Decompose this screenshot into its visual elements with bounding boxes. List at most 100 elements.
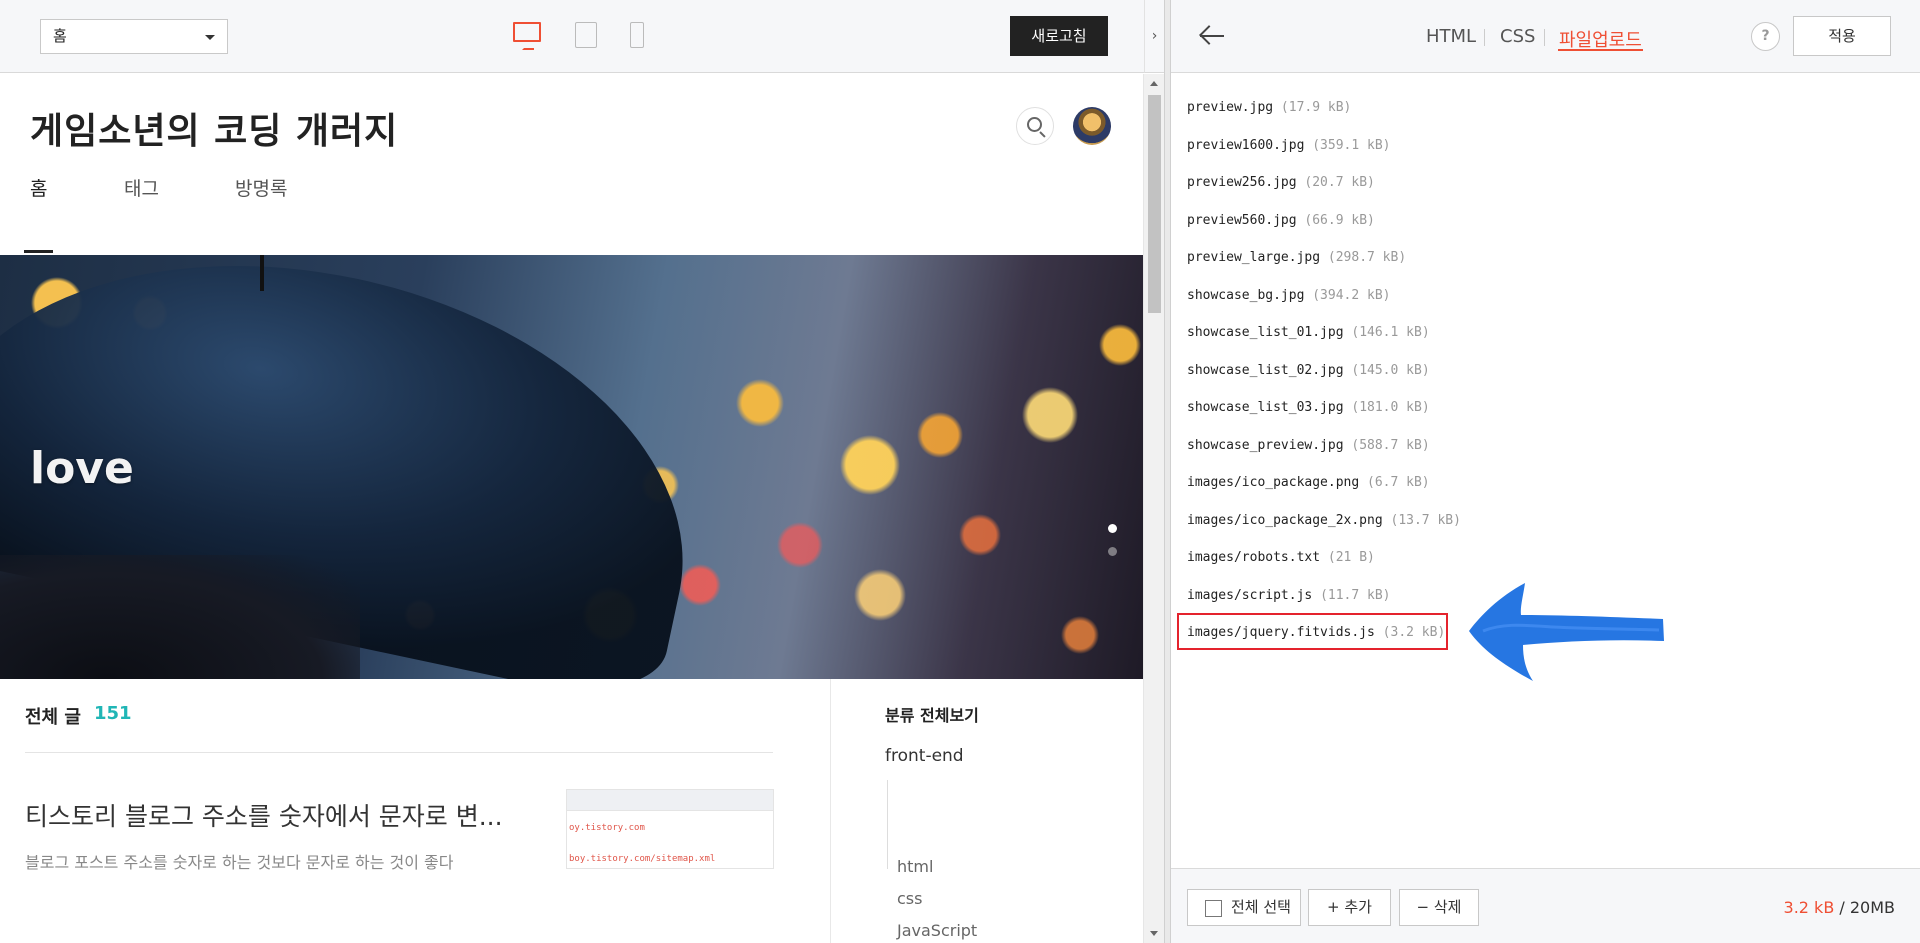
- search-icon[interactable]: [1016, 107, 1054, 145]
- storage-usage: 3.2 kB / 20MB: [1784, 898, 1895, 917]
- blog-nav: 홈 태그 방명록: [0, 159, 1143, 207]
- editor-pane: HTML CSS 파일업로드 ? 적용 preview.jpg (17.9 kB…: [1171, 0, 1920, 943]
- nav-item-home[interactable]: 홈: [30, 174, 47, 201]
- checkbox[interactable]: [1205, 900, 1222, 917]
- category-title[interactable]: 분류 전체보기: [885, 702, 979, 726]
- nav-item-guestbook[interactable]: 방명록: [235, 174, 287, 201]
- refresh-button[interactable]: 새로고침: [1010, 16, 1108, 56]
- tab-separator: [1484, 29, 1485, 46]
- hero-banner[interactable]: love: [0, 255, 1143, 679]
- tab-separator: [1544, 29, 1545, 46]
- mobile-view-icon[interactable]: [630, 22, 644, 48]
- tab-css[interactable]: CSS: [1500, 26, 1535, 47]
- pane-splitter[interactable]: [1164, 0, 1171, 943]
- file-size: (6.7 kB): [1367, 475, 1430, 490]
- file-list-item[interactable]: images/ico_package.png (6.7 kB): [1187, 475, 1430, 490]
- add-file-button[interactable]: + 추가: [1308, 889, 1391, 926]
- file-name: images/robots.txt: [1187, 550, 1321, 565]
- file-list-item[interactable]: showcase_list_02.jpg (145.0 kB): [1187, 363, 1430, 378]
- avatar[interactable]: [1073, 107, 1111, 145]
- file-size: (21 B): [1327, 550, 1375, 565]
- file-size: (181.0 kB): [1351, 400, 1430, 415]
- apply-button[interactable]: 적용: [1793, 16, 1891, 56]
- collapse-toggle-icon[interactable]: ›: [1144, 0, 1164, 73]
- back-arrow-icon[interactable]: [1198, 21, 1228, 51]
- category-item-front-end[interactable]: front-end: [885, 746, 964, 766]
- slider-dot[interactable]: [1108, 547, 1117, 556]
- file-name: preview1600.jpg: [1187, 137, 1305, 153]
- scroll-up-icon[interactable]: [1150, 81, 1158, 86]
- file-list-item[interactable]: preview256.jpg (20.7 kB): [1187, 175, 1375, 190]
- tab-active-indicator: [1558, 49, 1643, 51]
- scrollbar-thumb[interactable]: [1148, 95, 1161, 313]
- select-all-button[interactable]: 전체 선택: [1187, 889, 1301, 926]
- file-list-item[interactable]: images/robots.txt (21 B): [1187, 550, 1375, 565]
- file-list-item[interactable]: images/script.js (11.7 kB): [1187, 588, 1391, 603]
- divider: [25, 752, 773, 753]
- hero-shadow: [0, 555, 360, 679]
- file-list-item[interactable]: preview1600.jpg (359.1 kB): [1187, 138, 1391, 153]
- thumbnail-text: boy.tistory.com/sitemap.xml: [569, 854, 716, 864]
- file-actions-bar: 전체 선택 + 추가 − 삭제 3.2 kB / 20MB: [1171, 868, 1920, 943]
- category-item-html[interactable]: html: [897, 857, 933, 876]
- storage-separator: /: [1834, 898, 1850, 917]
- preview-toolbar: 홈 새로고침: [0, 0, 1144, 73]
- delete-file-button[interactable]: − 삭제: [1399, 889, 1479, 926]
- category-item-javascript[interactable]: JavaScript: [897, 921, 977, 940]
- storage-total: 20MB: [1849, 898, 1895, 917]
- tab-html[interactable]: HTML: [1426, 26, 1476, 47]
- nav-active-indicator: [24, 250, 53, 253]
- post-thumbnail[interactable]: oy.tistory.com boy.tistory.com/sitemap.x…: [566, 789, 774, 869]
- desktop-view-icon[interactable]: [513, 22, 541, 50]
- editor-toolbar: HTML CSS 파일업로드 ? 적용: [1171, 0, 1920, 73]
- file-size: (145.0 kB): [1351, 362, 1430, 378]
- preview-pane: 홈 새로고침 › 게임소년의 코딩 개러지 홈 태그 방명록 love 전체 글…: [0, 0, 1164, 943]
- total-posts-count: 151: [94, 703, 132, 724]
- category-tree-line: [887, 780, 888, 869]
- scroll-down-icon[interactable]: [1150, 931, 1158, 936]
- file-name: showcase_bg.jpg: [1187, 287, 1305, 303]
- file-list-item[interactable]: showcase_bg.jpg (394.2 kB): [1187, 288, 1391, 303]
- file-size: (359.1 kB): [1312, 137, 1391, 153]
- file-size: (298.7 kB): [1327, 250, 1407, 265]
- thumbnail-text: oy.tistory.com: [569, 823, 645, 833]
- highlight-box: [1177, 613, 1448, 650]
- page-select-dropdown[interactable]: 홈: [40, 19, 228, 54]
- file-list-item[interactable]: showcase_preview.jpg (588.7 kB): [1187, 438, 1430, 453]
- blog-title[interactable]: 게임소년의 코딩 개러지: [30, 102, 398, 154]
- help-icon[interactable]: ?: [1751, 22, 1780, 51]
- file-name: showcase_list_01.jpg: [1187, 325, 1344, 340]
- file-name: images/ico_package.png: [1187, 475, 1360, 490]
- file-name: showcase_list_02.jpg: [1187, 362, 1344, 378]
- file-size: (11.7 kB): [1320, 587, 1391, 603]
- file-list: preview.jpg (17.9 kB) preview1600.jpg (35…: [1171, 74, 1920, 868]
- hero-caption: love: [30, 443, 134, 494]
- preview-scrollbar[interactable]: [1143, 74, 1164, 943]
- category-item-css[interactable]: css: [897, 889, 922, 908]
- storage-used: 3.2 kB: [1783, 898, 1835, 917]
- file-list-item[interactable]: showcase_list_01.jpg (146.1 kB): [1187, 325, 1430, 340]
- chevron-down-icon: [205, 35, 215, 40]
- select-all-label: 전체 선택: [1231, 898, 1291, 916]
- file-list-item[interactable]: images/ico_package_2x.png (13.7 kB): [1187, 513, 1461, 528]
- file-list-item[interactable]: preview_large.jpg (298.7 kB): [1187, 250, 1406, 265]
- file-list-item[interactable]: preview560.jpg (66.9 kB): [1187, 213, 1375, 228]
- file-size: (20.7 kB): [1304, 175, 1375, 190]
- file-name: preview_large.jpg: [1187, 250, 1321, 265]
- tablet-view-icon[interactable]: [575, 22, 597, 48]
- file-name: preview256.jpg: [1187, 175, 1297, 190]
- nav-item-tags[interactable]: 태그: [124, 174, 159, 201]
- page-select-value: 홈: [53, 27, 67, 45]
- post-summary: 블로그 포스트 주소를 숫자로 하는 것보다 문자로 하는 것이 좋다: [25, 853, 454, 872]
- file-name: preview560.jpg: [1187, 212, 1297, 228]
- file-name: preview.jpg: [1187, 100, 1274, 115]
- slider-dot-active[interactable]: [1108, 524, 1117, 533]
- annotation-arrow-icon: [1469, 583, 1664, 681]
- file-size: (146.1 kB): [1351, 325, 1430, 340]
- file-list-item[interactable]: preview.jpg (17.9 kB): [1187, 100, 1351, 115]
- file-list-item[interactable]: showcase_list_03.jpg (181.0 kB): [1187, 400, 1430, 415]
- file-size: (588.7 kB): [1351, 437, 1430, 453]
- file-size: (66.9 kB): [1304, 212, 1375, 228]
- post-title[interactable]: 티스토리 블로그 주소를 숫자에서 문자로 변...: [25, 797, 503, 833]
- hero-umbrella-tip: [260, 255, 264, 291]
